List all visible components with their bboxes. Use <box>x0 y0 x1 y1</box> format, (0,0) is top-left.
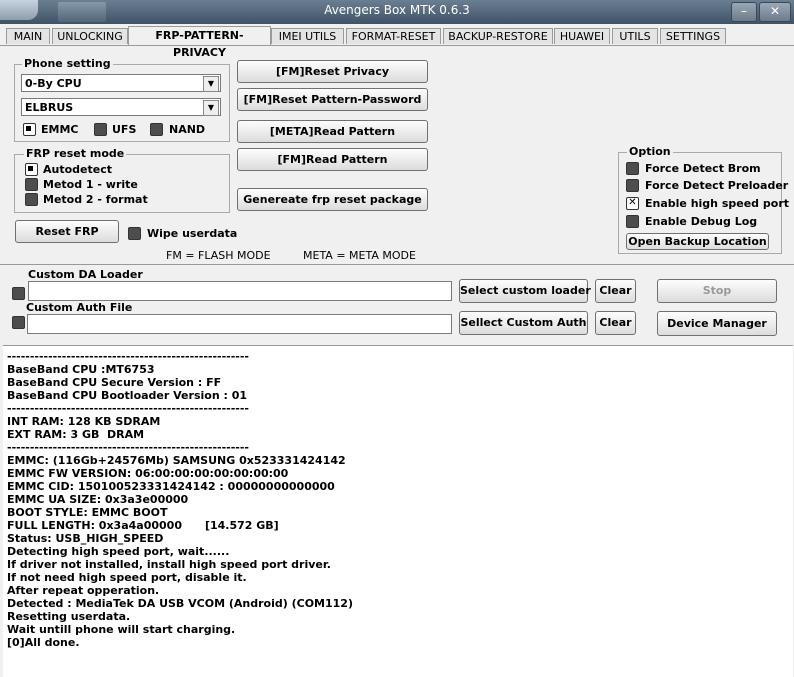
nand-label: NAND <box>169 123 206 136</box>
log-line: ----------------------------------------… <box>7 350 249 363</box>
force-detect-preloader-label: Force Detect Preloader <box>645 179 789 192</box>
log-line: EMMC CID: 150100523331424142 : 000000000… <box>7 480 335 493</box>
clear-loader-button[interactable]: Clear <box>595 279 636 303</box>
log-line: FULL LENGTH: 0x3a4a00000 [14.572 GB] <box>7 519 279 532</box>
wipe-userdata-checkbox[interactable] <box>128 227 141 240</box>
chevron-down-icon: ▼ <box>203 100 219 116</box>
log-line: After repeat opperation. <box>7 584 160 597</box>
force-detect-preloader-checkbox[interactable] <box>626 179 639 192</box>
enable-high-speed-port-checkbox[interactable]: ✕ <box>626 197 639 210</box>
fm-legend: FM = FLASH MODE <box>166 249 271 262</box>
option-label: Option <box>627 145 673 158</box>
emmc-label: EMMC <box>41 123 79 136</box>
log-line: [0]All done. <box>7 636 80 649</box>
nand-radio[interactable] <box>150 123 163 136</box>
log-line: EMMC UA SIZE: 0x3a3e00000 <box>7 493 189 506</box>
log-line: EMMC: (116Gb+24576Mb) SAMSUNG 0x52333142… <box>7 454 346 467</box>
enable-debug-log-label: Enable Debug Log <box>645 215 758 228</box>
frp-reset-mode-label: FRP reset mode <box>24 147 127 160</box>
clear-auth-button[interactable]: Clear <box>595 311 636 335</box>
chevron-down-icon: ▼ <box>203 76 219 92</box>
close-icon: ✕ <box>769 4 781 18</box>
tab-imei-utils[interactable]: IMEI UTILS <box>271 28 344 44</box>
custom-da-loader-input[interactable] <box>28 281 452 301</box>
custom-auth-file-input[interactable] <box>27 314 452 334</box>
log-line: If not need high speed port, disable it. <box>7 571 247 584</box>
device-manager-button[interactable]: Device Manager <box>657 311 777 336</box>
log-line: BaseBand CPU Secure Version : FF <box>7 376 222 389</box>
metod1-label: Metod 1 - write <box>43 178 138 191</box>
tab-settings[interactable]: SETTINGS <box>660 28 726 44</box>
minimize-button[interactable]: – <box>731 2 757 22</box>
log-line: BOOT STYLE: EMMC BOOT <box>7 506 168 519</box>
phone-setting-label: Phone setting <box>22 57 113 70</box>
force-detect-brom-checkbox[interactable] <box>626 162 639 175</box>
metod2-label: Metod 2 - format <box>43 193 148 206</box>
reset-pattern-password-button[interactable]: [FM]Reset Pattern-Password <box>237 88 428 111</box>
reset-privacy-button[interactable]: [FM]Reset Privacy <box>237 60 428 83</box>
autodetect-label: Autodetect <box>43 163 112 176</box>
log-line: EMMC FW VERSION: 06:00:00:00:00:00:00:00 <box>7 467 289 480</box>
enable-debug-log-checkbox[interactable] <box>626 215 639 228</box>
generate-frp-package-button[interactable]: Genereate frp reset package <box>237 188 428 211</box>
custom-da-loader-checkbox[interactable] <box>12 287 25 300</box>
log-line: If driver not installed, install high sp… <box>7 558 331 571</box>
metod1-radio[interactable] <box>25 178 38 191</box>
enable-high-speed-port-label: Enable high speed port <box>645 197 789 210</box>
meta-legend: META = META MODE <box>303 249 416 262</box>
log-line: ----------------------------------------… <box>7 441 249 454</box>
tab-format-reset[interactable]: FORMAT-RESET <box>346 28 441 44</box>
model-select[interactable]: ELBRUS ▼ <box>21 98 221 116</box>
log-line: Status: USB_HIGH_SPEED <box>7 532 164 545</box>
tab-unlocking[interactable]: UNLOCKING <box>52 28 128 44</box>
log-line: Resetting userdata. <box>7 610 131 623</box>
ufs-label: UFS <box>112 123 137 136</box>
model-select-value: ELBRUS <box>25 101 74 114</box>
meta-read-pattern-button[interactable]: [META]Read Pattern <box>237 120 428 143</box>
ufs-radio[interactable] <box>94 123 107 136</box>
tab-frp-pattern-privacy[interactable]: FRP-PATTERN-PRIVACY <box>128 26 271 59</box>
autodetect-radio[interactable] <box>25 163 38 176</box>
tab-utils[interactable]: UTILS <box>612 28 658 44</box>
cpu-select-value: 0-By CPU <box>25 77 82 90</box>
stop-button[interactable]: Stop <box>657 279 777 303</box>
log-line: BaseBand CPU :MT6753 <box>7 363 155 376</box>
emmc-radio[interactable] <box>23 123 36 136</box>
fm-read-pattern-button[interactable]: [FM]Read Pattern <box>237 148 428 171</box>
select-custom-auth-button[interactable]: Sellect Custom Auth <box>459 311 588 335</box>
metod2-radio[interactable] <box>25 193 38 206</box>
minimize-icon: – <box>741 4 747 18</box>
tab-backup-restore[interactable]: BACKUP-RESTORE <box>443 28 553 44</box>
log-line: INT RAM: 128 KB SDRAM <box>7 415 161 428</box>
custom-da-loader-label: Custom DA Loader <box>28 268 143 281</box>
log-line: Detecting high speed port, wait...... <box>7 545 230 558</box>
section-divider <box>0 264 794 265</box>
log-line: EXT RAM: 3 GB DRAM <box>7 428 145 441</box>
custom-auth-file-label: Custom Auth File <box>26 301 133 314</box>
reset-frp-button[interactable]: Reset FRP <box>15 220 119 243</box>
close-button[interactable]: ✕ <box>759 2 791 22</box>
tab-underline <box>0 45 794 46</box>
window-title: Avengers Box MTK 0.6.3 <box>324 3 470 17</box>
log-line: BaseBand CPU Bootloader Version : 01 <box>7 389 248 402</box>
custom-auth-file-checkbox[interactable] <box>12 316 25 329</box>
cpu-select[interactable]: 0-By CPU ▼ <box>21 74 221 92</box>
open-backup-location-button[interactable]: Open Backup Location <box>626 233 769 250</box>
tab-bar: MAIN UNLOCKING FRP-PATTERN-PRIVACY IMEI … <box>0 26 794 59</box>
log-line: Detected : MediaTek DA USB VCOM (Android… <box>7 597 353 610</box>
wipe-userdata-label: Wipe userdata <box>147 227 238 240</box>
select-custom-loader-button[interactable]: Select custom loader <box>459 279 591 303</box>
tab-main[interactable]: MAIN <box>6 28 50 44</box>
log-line: ----------------------------------------… <box>7 402 249 415</box>
log-output[interactable]: ----------------------------------------… <box>3 345 793 677</box>
tab-huawei[interactable]: HUAWEI <box>554 28 610 44</box>
log-line: Wait untill phone will start charging. <box>7 623 236 636</box>
force-detect-brom-label: Force Detect Brom <box>645 162 761 175</box>
